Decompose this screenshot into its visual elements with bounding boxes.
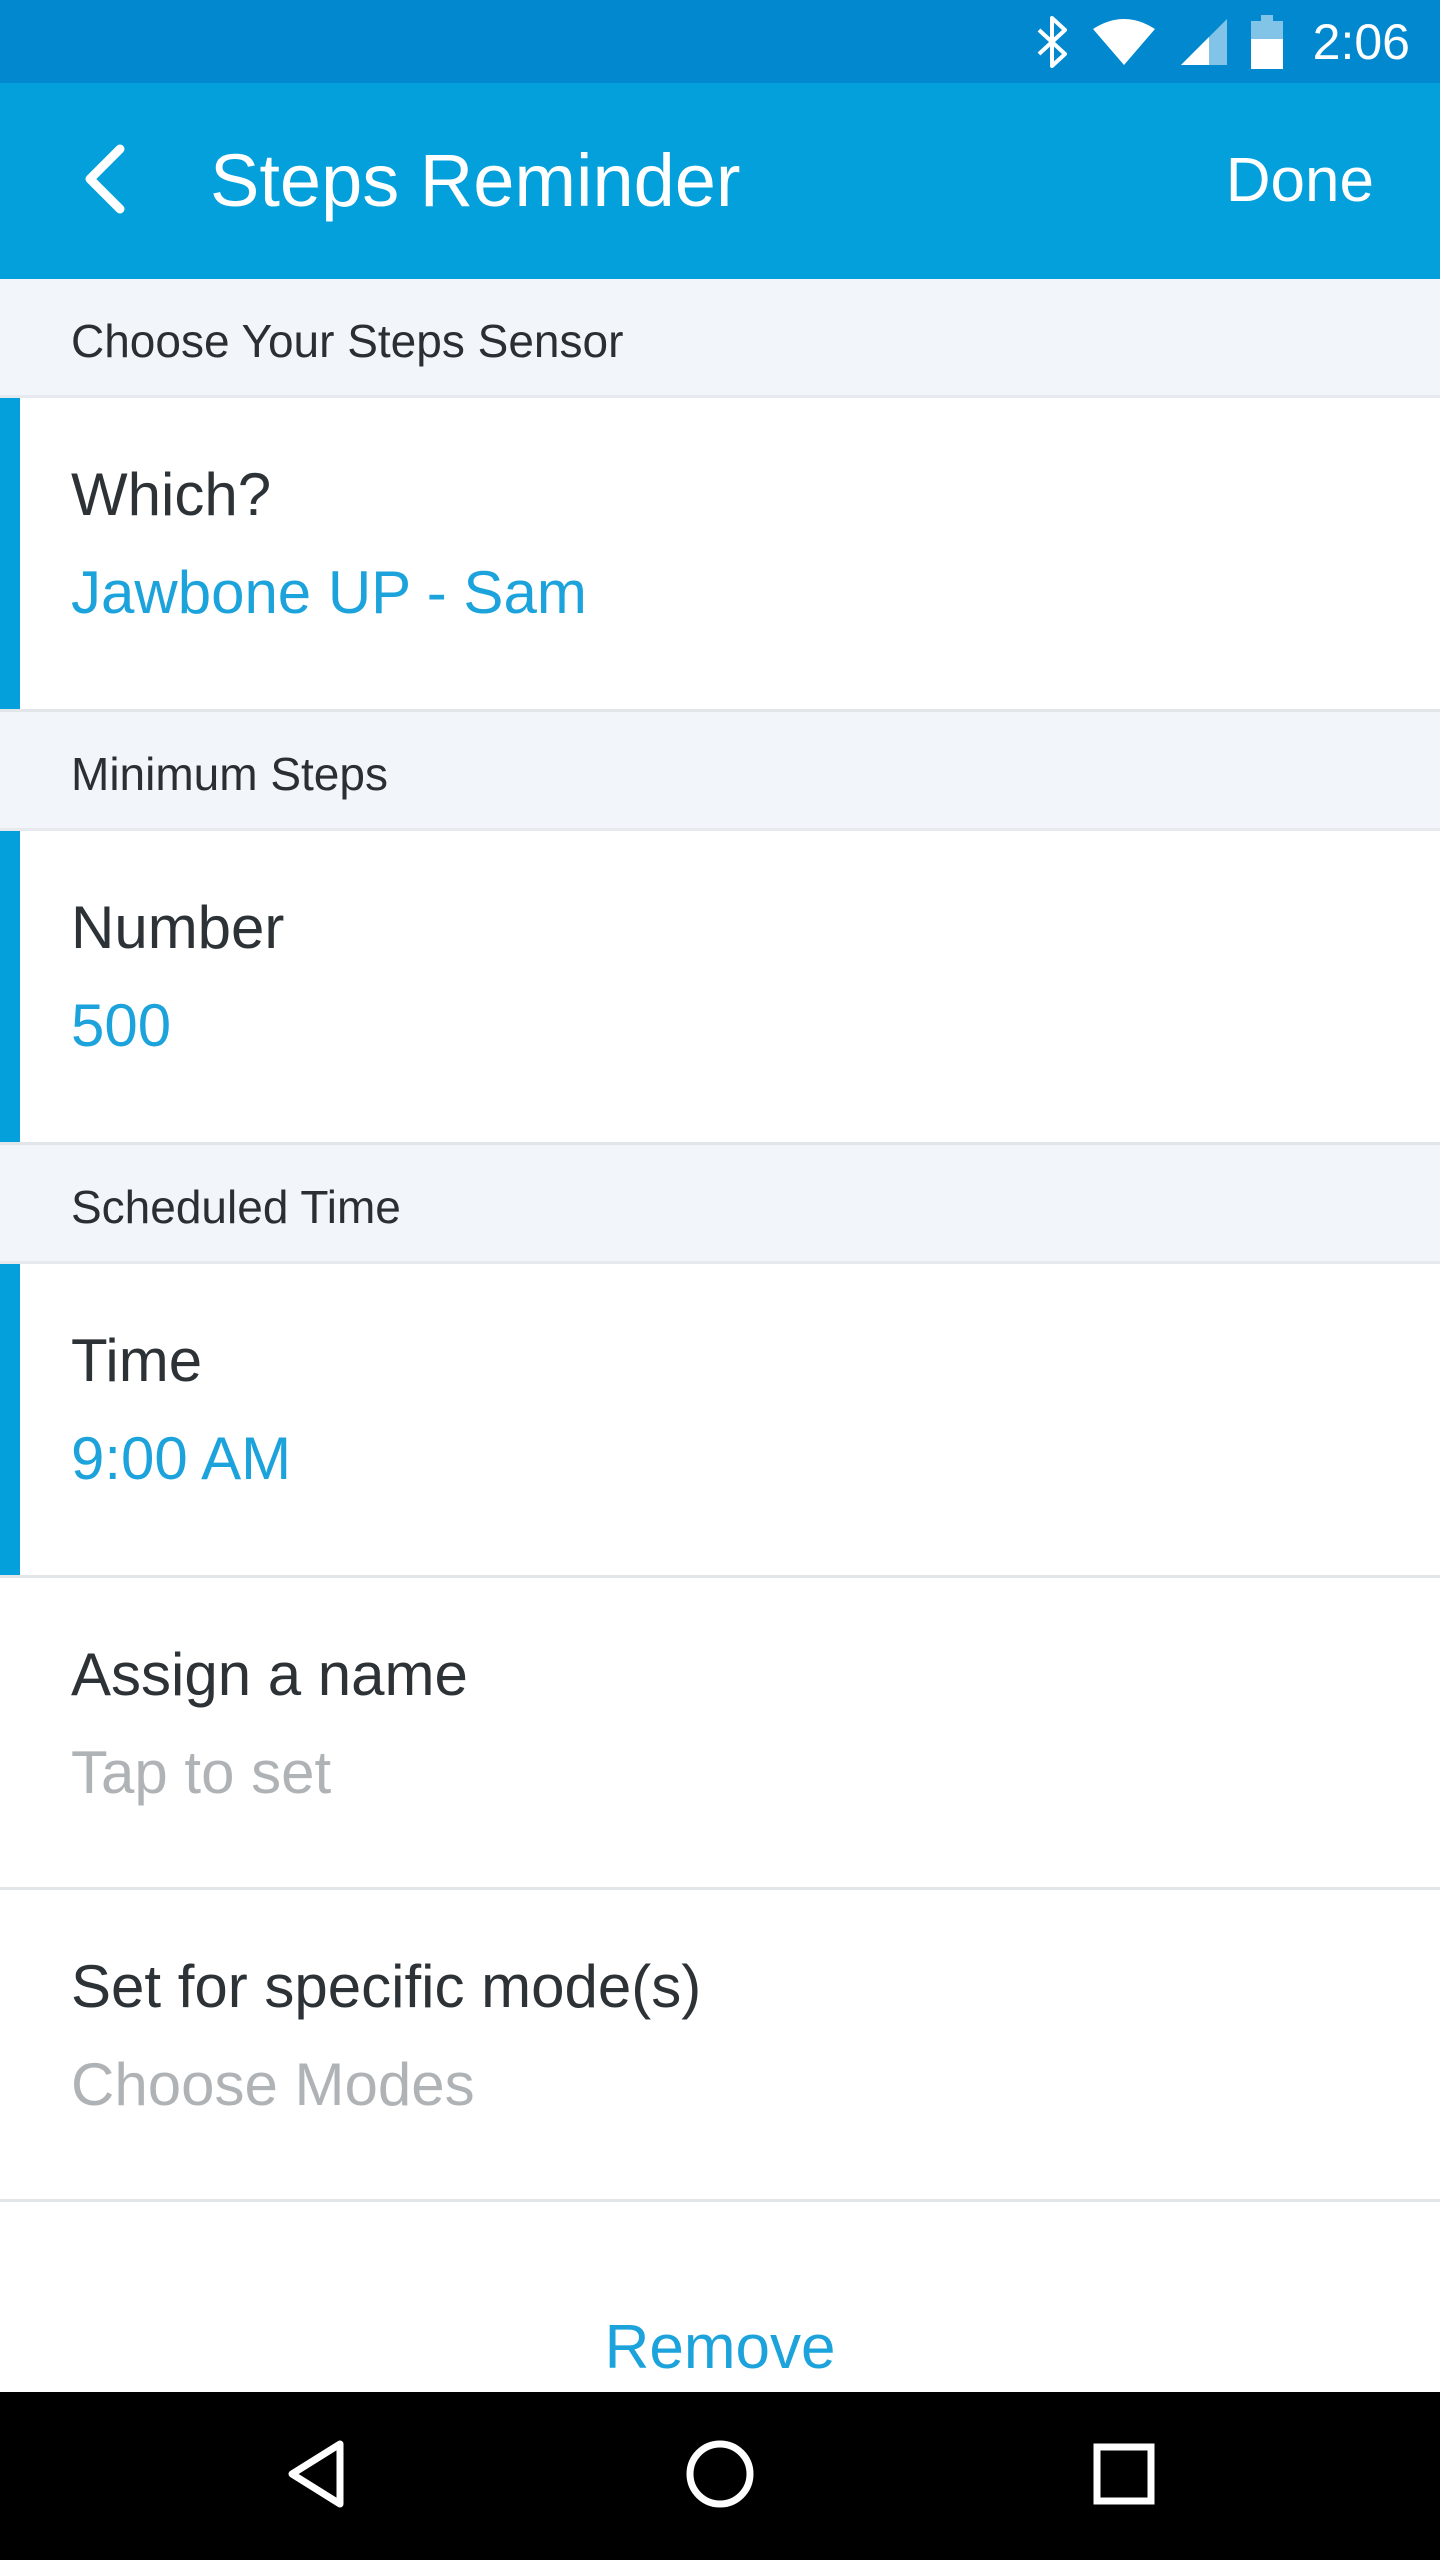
cell-signal-icon [1179, 17, 1229, 67]
steps-sensor-label: Which? [71, 461, 272, 528]
battery-icon [1250, 14, 1283, 69]
assign-name-row[interactable]: Assign a name Tap to set [0, 1578, 1440, 1890]
specific-modes-placeholder: Choose Modes [71, 2051, 475, 2118]
status-icons: 2:06 [1035, 0, 1410, 83]
settings-list: Choose Your Steps Sensor Which? Jawbone … [0, 279, 1440, 2392]
section-header-minimum-steps: Minimum Steps [0, 712, 1440, 831]
chevron-left-icon [80, 143, 130, 220]
minimum-steps-row[interactable]: Number 500 [0, 831, 1440, 1145]
bluetooth-icon [1035, 15, 1069, 68]
scheduled-time-value: 9:00 AM [71, 1425, 292, 1492]
nav-recents-button[interactable] [1074, 2426, 1174, 2526]
remove-button[interactable]: Remove [0, 2312, 1440, 2383]
done-button[interactable]: Done [1226, 83, 1374, 279]
status-time: 2:06 [1312, 13, 1410, 70]
assign-name-placeholder: Tap to set [71, 1739, 332, 1806]
minimum-steps-value: 500 [71, 992, 172, 1059]
assign-name-label: Assign a name [71, 1641, 468, 1708]
status-bar: 2:06 [0, 0, 1440, 83]
screen: 2:06 Steps Reminder Done Choose Your Ste… [0, 0, 1440, 2560]
specific-modes-row[interactable]: Set for specific mode(s) Choose Modes [0, 1890, 1440, 2202]
home-circle-icon [684, 2438, 756, 2515]
scheduled-time-row[interactable]: Time 9:00 AM [0, 1264, 1440, 1578]
minimum-steps-label: Number [71, 894, 285, 961]
nav-back-button[interactable] [266, 2426, 366, 2526]
page-title: Steps Reminder [210, 139, 741, 222]
section-header-steps-sensor: Choose Your Steps Sensor [0, 279, 1440, 398]
back-button[interactable] [55, 131, 155, 231]
remove-area: Remove [0, 2202, 1440, 2392]
nav-home-button[interactable] [670, 2426, 770, 2526]
section-header-scheduled-time: Scheduled Time [0, 1145, 1440, 1264]
app-bar: Steps Reminder Done [0, 83, 1440, 279]
steps-sensor-row[interactable]: Which? Jawbone UP - Sam [0, 398, 1440, 712]
back-triangle-icon [284, 2438, 348, 2515]
system-nav-bar [0, 2392, 1440, 2560]
specific-modes-label: Set for specific mode(s) [71, 1953, 702, 2020]
scheduled-time-label: Time [71, 1327, 203, 1394]
steps-sensor-value: Jawbone UP - Sam [71, 559, 587, 626]
recents-square-icon [1092, 2442, 1156, 2511]
wifi-icon [1091, 17, 1157, 67]
